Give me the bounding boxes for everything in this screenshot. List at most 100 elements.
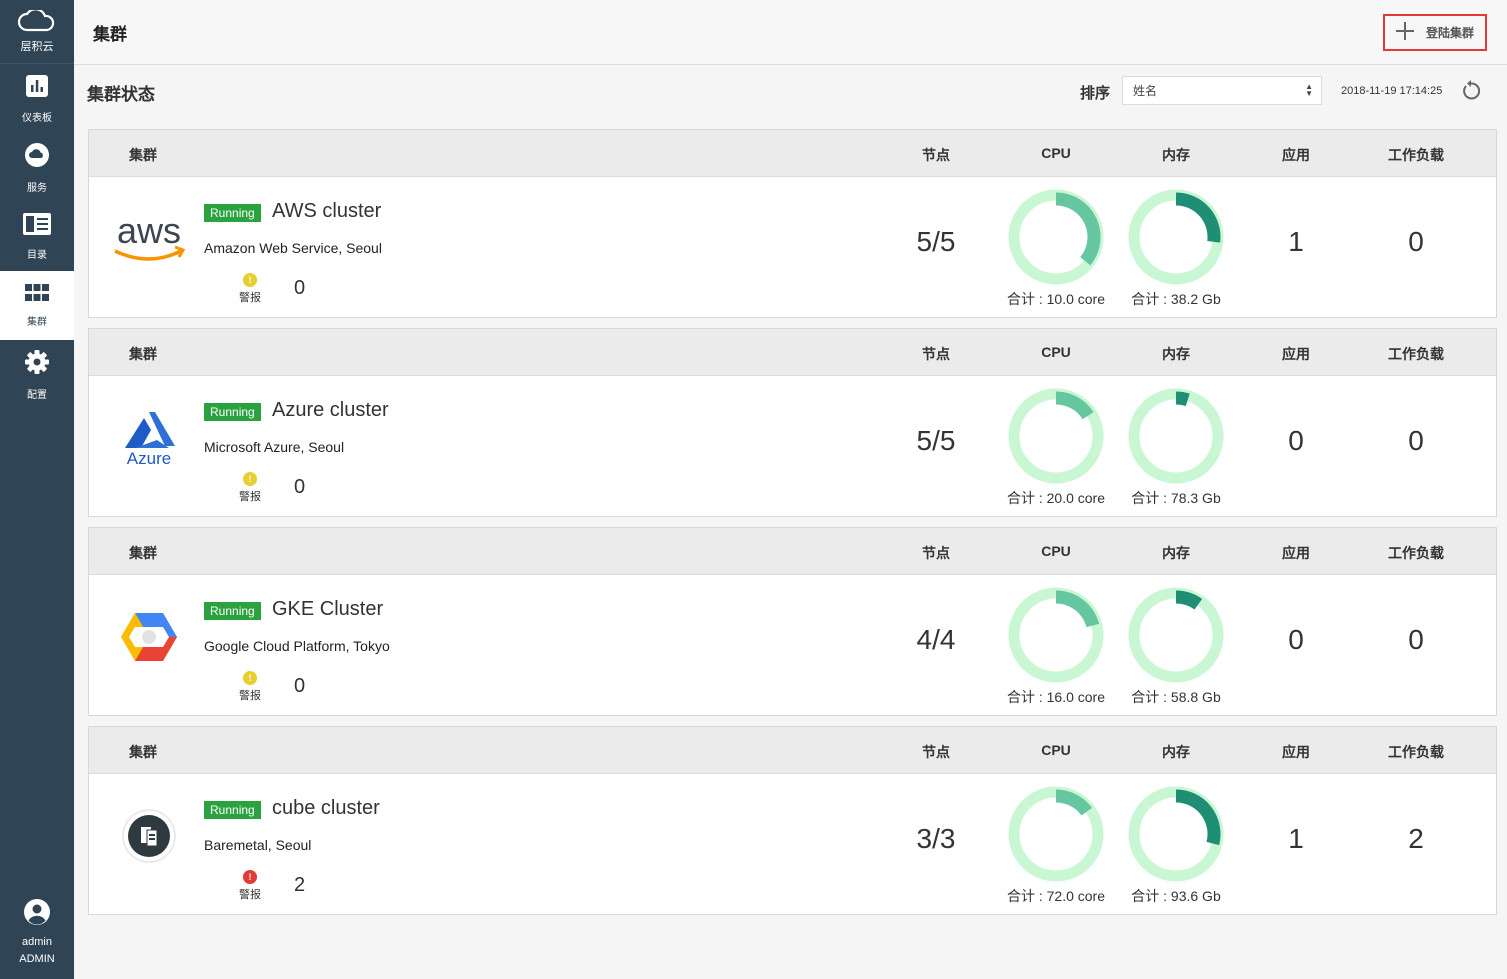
svg-text:Azure: Azure xyxy=(127,449,171,466)
nav-item-clusters[interactable]: 集群 xyxy=(0,271,74,340)
col-header-nodes: 节点 xyxy=(922,744,950,760)
cluster-card[interactable]: 集群 节点 CPU 内存 应用 工作负载 Running GKE Cluster… xyxy=(88,527,1497,716)
provider-logo xyxy=(109,796,189,876)
alert-icon: ! xyxy=(243,472,257,486)
col-header-cpu: CPU xyxy=(1041,543,1071,559)
workload-count: 0 xyxy=(1408,624,1424,655)
refresh-button[interactable] xyxy=(1460,80,1482,102)
brand-name: 层积云 xyxy=(20,40,54,53)
provider-logo xyxy=(109,597,189,677)
plus-icon xyxy=(1395,22,1414,43)
app-count: 0 xyxy=(1288,425,1304,456)
cpu-donut xyxy=(1008,189,1104,285)
alert-icon: ! xyxy=(243,870,257,884)
cluster-card-body: Running GKE Cluster Google Cloud Platfor… xyxy=(89,575,1496,715)
cluster-card-body: aws Running AWS cluster Amazon Web Servi… xyxy=(89,177,1496,317)
cluster-card-header: 集群 节点 CPU 内存 应用 工作负载 xyxy=(89,130,1496,177)
nav-item-dashboard[interactable]: 仪表板 xyxy=(0,64,74,133)
topbar: 集群 登陆集群 xyxy=(74,0,1507,65)
nav-label: 配置 xyxy=(27,389,47,401)
brand-logo[interactable]: 层积云 xyxy=(0,0,74,64)
workload-count: 0 xyxy=(1408,425,1424,456)
col-header-cluster: 集群 xyxy=(129,744,157,760)
memory-donut xyxy=(1128,189,1224,285)
nav-item-services[interactable]: 服务 xyxy=(0,133,74,202)
nav-item-settings[interactable]: 配置 xyxy=(0,340,74,409)
col-header-apps: 应用 xyxy=(1282,147,1310,163)
col-header-workloads: 工作负载 xyxy=(1388,744,1444,760)
donut-usage-arc xyxy=(1055,192,1101,266)
memory-donut xyxy=(1128,587,1224,683)
sort-select[interactable]: 姓名 ▲ ▼ xyxy=(1122,76,1322,105)
alert-count[interactable]: 0 xyxy=(294,476,305,499)
cluster-name[interactable]: AWS cluster xyxy=(272,200,381,223)
alert-label: 警报 xyxy=(239,690,261,702)
cpu-total: 合计 : 72.0 core xyxy=(1006,888,1106,904)
node-count: 5/5 xyxy=(916,425,956,456)
cluster-card-header: 集群 节点 CPU 内存 应用 工作负载 xyxy=(89,528,1496,575)
alert-count[interactable]: 2 xyxy=(294,874,305,897)
alert-label: 警报 xyxy=(239,292,261,304)
alert-count[interactable]: 0 xyxy=(294,675,305,698)
col-header-workloads: 工作负载 xyxy=(1388,147,1444,163)
col-header-cpu: CPU xyxy=(1041,344,1071,360)
user-menu[interactable]: admin ADMIN xyxy=(0,898,74,965)
nav-label: 目录 xyxy=(27,249,47,261)
alert-count[interactable]: 0 xyxy=(294,277,305,300)
cluster-card[interactable]: 集群 节点 CPU 内存 应用 工作负载 Running cube cluste… xyxy=(88,726,1497,915)
workload-count: 2 xyxy=(1408,823,1424,854)
svg-text:aws: aws xyxy=(117,211,181,251)
page-title: 集群 xyxy=(93,25,127,44)
col-header-apps: 应用 xyxy=(1282,346,1310,362)
cpu-donut xyxy=(1008,388,1104,484)
col-header-nodes: 节点 xyxy=(922,346,950,362)
nav-label: 集群 xyxy=(27,316,47,328)
add-cluster-button[interactable]: 登陆集群 xyxy=(1383,14,1487,51)
memory-donut xyxy=(1128,388,1224,484)
status-badge: Running xyxy=(204,403,261,421)
cluster-card-header: 集群 节点 CPU 内存 应用 工作负载 xyxy=(89,329,1496,376)
cluster-card-body: Azure Running Azure cluster Microsoft Az… xyxy=(89,376,1496,516)
alert-icon: ! xyxy=(243,671,257,685)
last-updated-timestamp: 2018-11-19 17:14:25 xyxy=(1341,85,1443,97)
provider-logo: aws xyxy=(109,199,189,279)
cluster-name[interactable]: cube cluster xyxy=(272,797,380,820)
user-role: ADMIN xyxy=(19,953,55,965)
nav-label: 服务 xyxy=(27,182,47,194)
cpu-donut xyxy=(1008,786,1104,882)
memory-donut xyxy=(1128,786,1224,882)
cpu-total: 合计 : 10.0 core xyxy=(1006,291,1106,307)
status-badge: Running xyxy=(204,801,261,819)
col-header-memory: 内存 xyxy=(1162,744,1190,760)
col-header-nodes: 节点 xyxy=(922,147,950,163)
node-count: 5/5 xyxy=(916,226,956,257)
section-title: 集群状态 xyxy=(87,85,155,104)
bar-chart-icon xyxy=(25,74,49,103)
app-count: 1 xyxy=(1288,226,1304,257)
donut-usage-arc xyxy=(1175,590,1203,610)
gcp-logo xyxy=(121,613,177,661)
donut-track xyxy=(1128,587,1224,683)
nav-item-catalog[interactable]: 目录 xyxy=(0,202,74,271)
cluster-provider: Microsoft Azure, Seoul xyxy=(204,439,345,455)
cluster-card[interactable]: 集群 节点 CPU 内存 应用 工作负载 Azure Running Azure… xyxy=(88,328,1497,517)
avatar-icon xyxy=(23,898,51,931)
col-header-nodes: 节点 xyxy=(922,545,950,561)
col-header-cpu: CPU xyxy=(1041,145,1071,161)
cluster-name[interactable]: Azure cluster xyxy=(272,399,389,422)
sidebar: 层积云 仪表板 服务 目录 集群 配置 admin ADMIN xyxy=(0,0,74,979)
select-arrows-icon: ▲ ▼ xyxy=(1305,82,1313,98)
cluster-provider: Google Cloud Platform, Tokyo xyxy=(204,638,390,654)
cluster-name[interactable]: GKE Cluster xyxy=(272,598,383,621)
memory-total: 合计 : 93.6 Gb xyxy=(1131,888,1221,904)
col-header-memory: 内存 xyxy=(1162,346,1190,362)
alert-label: 警报 xyxy=(239,889,261,901)
cluster-provider: Amazon Web Service, Seoul xyxy=(204,240,382,256)
cluster-card[interactable]: 集群 节点 CPU 内存 应用 工作负载 aws Running AWS clu… xyxy=(88,129,1497,318)
aws-logo: aws xyxy=(114,211,186,261)
memory-total: 合计 : 58.8 Gb xyxy=(1131,689,1221,705)
app-count: 0 xyxy=(1288,624,1304,655)
donut-usage-arc xyxy=(1055,789,1092,816)
grid-icon xyxy=(25,283,49,307)
app-count: 1 xyxy=(1288,823,1304,854)
